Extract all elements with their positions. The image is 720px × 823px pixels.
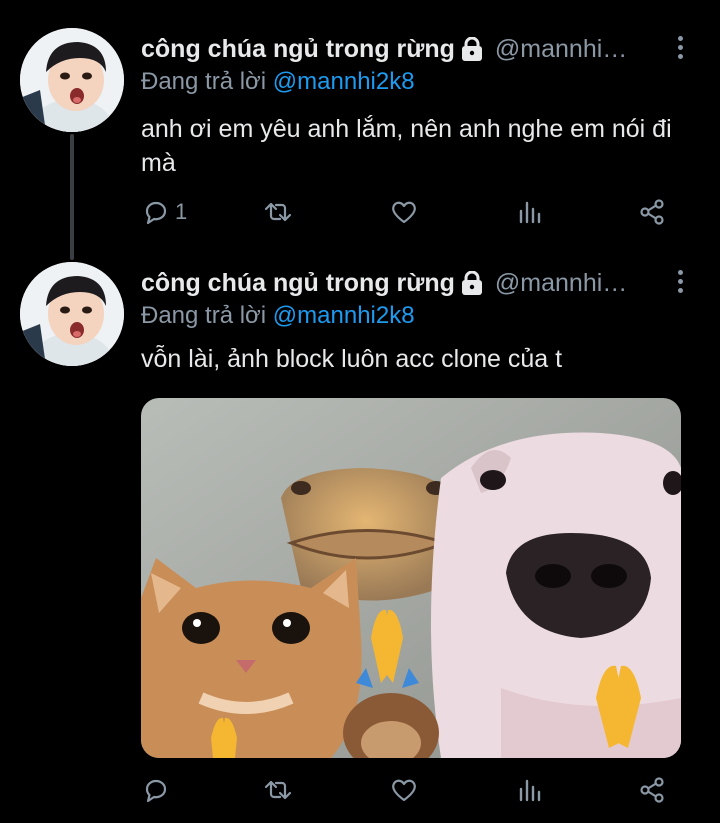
replying-to: Đang trả lời @mannhi2k8 [141,68,415,96]
reply-button[interactable] [141,770,175,810]
analytics-icon [519,779,541,802]
analytics-button[interactable] [515,192,545,232]
lock-icon [461,270,483,295]
retweet-icon [264,202,292,222]
reply-mention-link[interactable]: @mannhi2k8 [273,68,415,95]
tweet-1[interactable]: công chúa ngủ trong rừng @mannhi2k8 Đang… [0,0,720,260]
meme-image [141,398,681,758]
author-name[interactable]: công chúa ngủ trong rừng [141,269,455,298]
avatar-image [20,28,124,132]
reply-icon [145,779,167,803]
retweet-icon [264,780,292,800]
retweet-button[interactable] [263,192,293,232]
tweet-header: công chúa ngủ trong rừng @mannhi2k8 [141,268,690,298]
avatar-image [20,262,124,366]
avatar[interactable] [20,262,124,366]
like-button[interactable] [389,192,419,232]
author-name[interactable]: công chúa ngủ trong rừng [141,35,455,64]
reply-prefix: Đang trả lời [141,302,267,329]
retweet-button[interactable] [263,770,293,810]
author-handle[interactable]: @mannhi2k8 [495,269,635,298]
like-button[interactable] [389,770,419,810]
share-icon [640,199,664,225]
author-handle[interactable]: @mannhi2k8 [495,35,635,64]
reply-count: 1 [175,199,188,224]
tweet-text: vỗn lài, ảnh block luôn acc clone của t [141,345,563,373]
action-bar: 1 [141,192,681,232]
avatar[interactable] [20,28,124,132]
thread-line [70,134,74,260]
reply-icon [145,201,167,225]
more-vertical-icon[interactable] [676,270,684,297]
heart-icon [392,779,416,802]
reply-button[interactable]: 1 [141,192,187,232]
analytics-icon [519,201,541,224]
more-vertical-icon[interactable] [676,36,684,63]
heart-icon [392,201,416,224]
action-bar [141,770,681,810]
reply-mention-link[interactable]: @mannhi2k8 [273,302,415,329]
tweet-media-image[interactable] [141,398,681,758]
share-icon [640,777,664,803]
tweet-header: công chúa ngủ trong rừng @mannhi2k8 [141,34,690,64]
lock-icon [461,36,483,61]
analytics-button[interactable] [515,770,545,810]
share-button[interactable] [637,770,667,810]
tweet-text: anh ơi em yêu anh lắm, nên anh nghe em n… [141,115,672,177]
share-button[interactable] [637,192,667,232]
replying-to: Đang trả lời @mannhi2k8 [141,302,415,330]
reply-prefix: Đang trả lời [141,68,267,95]
